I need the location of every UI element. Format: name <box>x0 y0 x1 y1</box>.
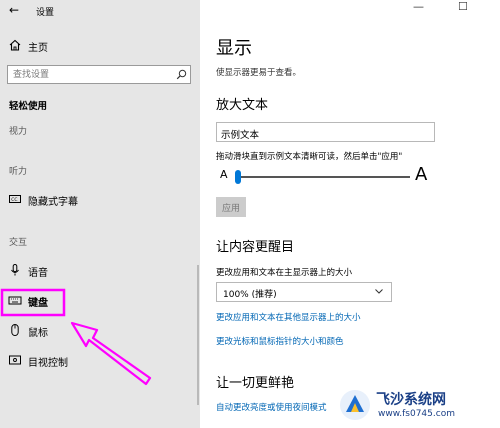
watermark-mark-icon <box>340 390 370 420</box>
highlight-box <box>0 288 66 317</box>
watermark-logo: 飞沙系统网 www.fs0745.com <box>338 386 498 426</box>
annotation-arrow <box>70 321 152 386</box>
watermark-url: www.fs0745.com <box>378 409 455 419</box>
watermark-brand: 飞沙系统网 <box>376 392 446 408</box>
annotation-overlay <box>0 288 152 386</box>
